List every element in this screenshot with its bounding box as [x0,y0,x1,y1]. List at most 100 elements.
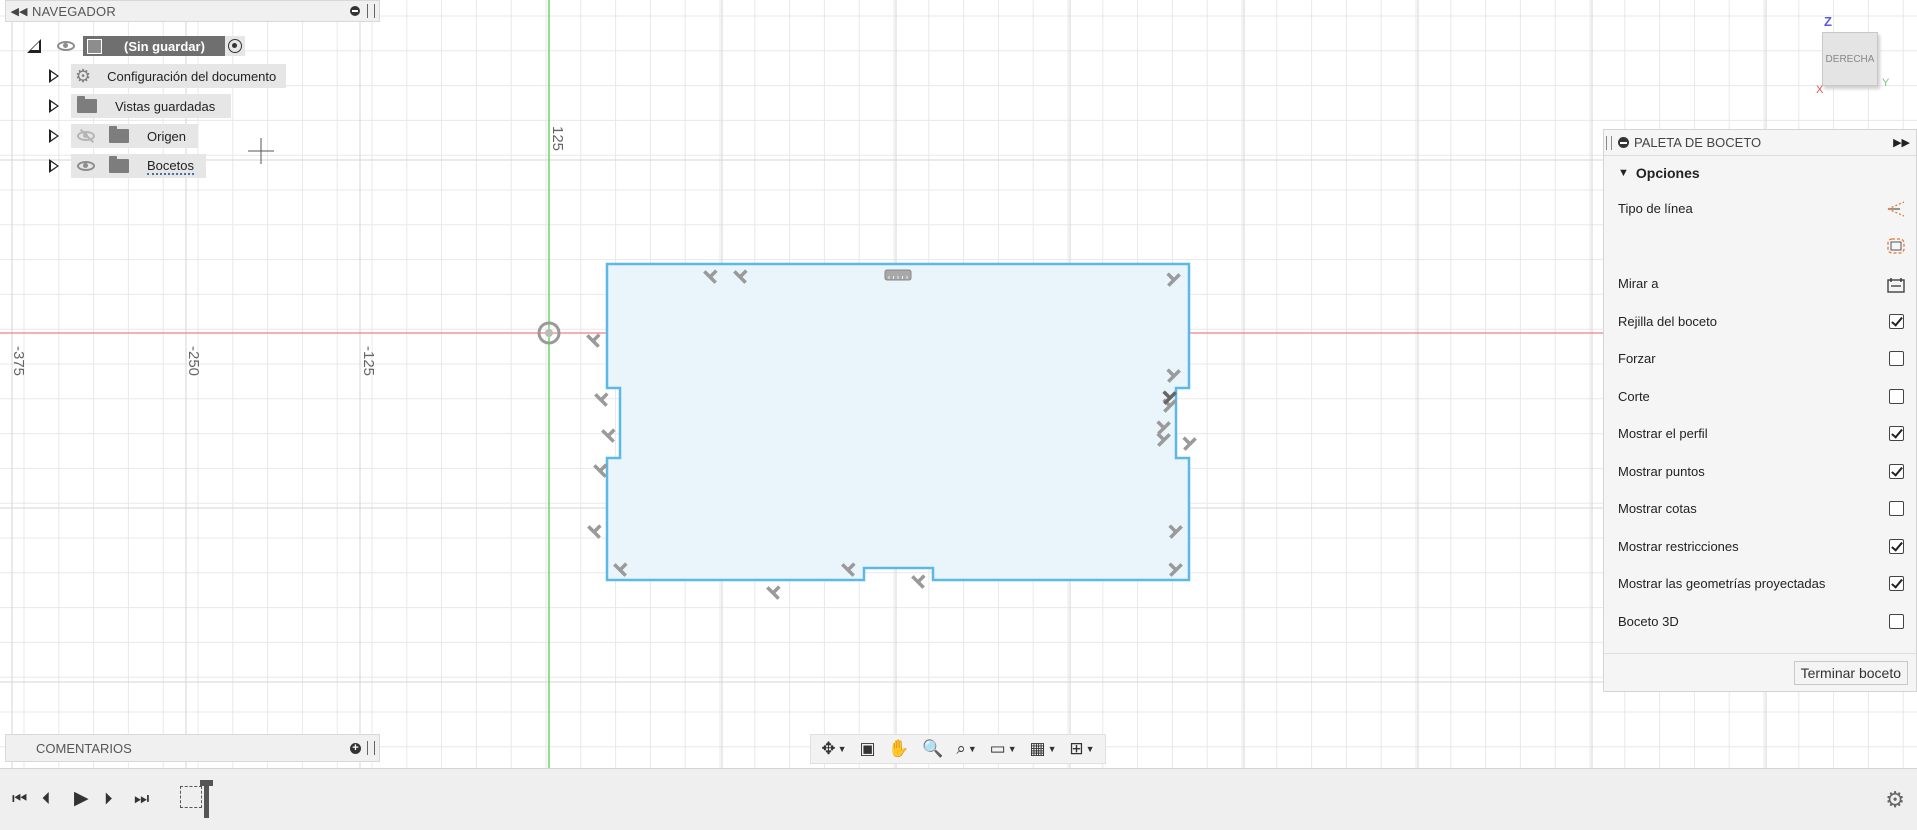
viewports-icon[interactable]: ⊞ ▼ [1069,739,1094,759]
eye-icon[interactable] [57,41,75,51]
x-axis-tick-label: -375 [10,346,27,376]
sketch-grid-checkbox[interactable] [1888,313,1904,329]
add-comment-icon[interactable]: + [350,742,361,754]
zoom-icon[interactable]: 🔍 [922,739,943,759]
constraint-icon[interactable] [766,581,785,600]
timeline-bar: ⏮ ⏴ ▶ ⏵ ⏭ ⚙ [0,768,1917,830]
cube-face-label: DERECHA [1825,53,1875,65]
constraint-icon[interactable] [1178,432,1197,451]
palette-row-label: Boceto 3D [1618,613,1679,629]
gear-icon[interactable]: ⚙ [1885,787,1905,813]
tree-item-label: Configuración del documento [107,68,277,84]
show-points-checkbox[interactable] [1888,463,1904,479]
finish-sketch-button[interactable]: Terminar boceto [1793,660,1908,685]
section-collapse-icon[interactable]: ▼ [1618,167,1629,179]
palette-rows: Tipo de línea Mirar a Rejilla del boceto… [1604,190,1916,640]
expand-panel-icon[interactable]: ▶▶ [1893,136,1910,149]
palette-row-label: Forzar [1618,351,1656,367]
palette-row-fillet [1604,228,1916,266]
palette-title: PALETA DE BOCETO [1634,135,1762,150]
display-icon[interactable]: ▭ ▼ [990,739,1017,759]
navigator-panel: ◀◀ NAVEGADOR (Sin guardar) ⚙ Configuraci… [0,0,380,178]
expand-triangle-icon[interactable] [49,129,59,143]
palette-row-3d-sketch[interactable]: Boceto 3D [1604,603,1916,641]
first-icon[interactable]: ⏮ [12,789,27,809]
constraint-icon[interactable] [587,520,606,539]
constraint-icon[interactable] [586,329,605,348]
activate-radio-icon[interactable] [224,36,245,56]
orbit-icon[interactable]: ✥ ▼ [821,739,846,759]
timeline-sketch-feature-icon[interactable] [180,786,202,808]
show-profile-checkbox[interactable] [1888,426,1904,442]
previous-icon[interactable]: ⏴ [42,789,51,809]
show-constraints-checkbox[interactable] [1888,538,1904,554]
palette-row-label: Mostrar las geometrías proyectadas [1618,576,1826,592]
view-cube[interactable]: Z DERECHA Y X [1810,14,1910,100]
palette-row-label: Rejilla del boceto [1618,313,1718,329]
folder-icon [109,126,129,143]
pan-icon[interactable]: ✋ [888,739,909,759]
palette-row-sketch-grid[interactable]: Rejilla del boceto [1604,303,1916,341]
palette-row-show-profile[interactable]: Mostrar el perfil [1604,415,1916,453]
tree-row-origin[interactable]: Origen [49,124,199,148]
fillet-icon[interactable] [1876,237,1916,255]
collapse-panel-icon[interactable]: ◀◀ [6,5,32,18]
tree-row-sketches[interactable]: Bocetos [49,154,206,178]
palette-row-snap[interactable]: Forzar [1604,340,1916,378]
linetype-icon[interactable] [1876,200,1916,218]
eye-icon[interactable] [77,161,95,171]
tree-item-label: Bocetos [147,157,194,175]
comments-panel[interactable]: COMENTARIOS + [5,734,380,762]
root-document-chip[interactable]: (Sin guardar) [83,36,225,56]
view-cube-face-right[interactable]: DERECHA [1822,32,1878,86]
navigation-toolbar: ✥ ▼ ▣ ✋ 🔍 ⌕ ▼ ▭ ▼ ▦ ▼ ⊞ ▼ [810,734,1106,764]
palette-row-show-dimensions[interactable]: Mostrar cotas [1604,490,1916,528]
eye-hidden-icon[interactable] [77,131,95,141]
fit-icon[interactable]: ⌕ ▼ [956,739,976,759]
palette-row-show-projected[interactable]: Mostrar las geometrías proyectadas [1604,565,1916,603]
slice-checkbox[interactable] [1888,388,1904,404]
look-at-icon[interactable] [1876,275,1916,293]
timeline-marker[interactable] [200,780,213,818]
sketch-palette: PALETA DE BOCETO ▶▶ ▼ Opciones Tipo de l… [1603,129,1917,692]
expand-triangle-icon[interactable] [49,69,59,83]
panel-grip-icon[interactable] [367,4,375,18]
snap-checkbox[interactable] [1888,351,1904,367]
gear-icon: ⚙ [75,66,92,86]
x-axis-tick-label: -125 [360,346,377,376]
palette-row-look-at: Mirar a [1604,265,1916,303]
tree-row-document-settings[interactable]: ⚙ Configuración del documento [49,64,287,88]
palette-row-show-constraints[interactable]: Mostrar restricciones [1604,528,1916,566]
axis-x-label: X [1816,84,1824,96]
collapse-triangle-icon[interactable] [27,39,41,53]
panel-grip-icon[interactable] [1606,135,1612,150]
constraint-icon[interactable] [601,424,620,443]
show-projected-geometry-checkbox[interactable] [1888,576,1904,592]
grid-icon[interactable]: ▦ ▼ [1030,739,1057,759]
axis-y-label: Y [1882,77,1890,89]
palette-row-label: Mirar a [1618,276,1659,292]
collapse-circle-icon[interactable] [1618,137,1629,148]
last-icon[interactable]: ⏭ [134,789,149,809]
tree-row-saved-views[interactable]: Vistas guardadas [49,94,232,118]
panel-grip-icon[interactable] [367,741,375,755]
look-at-icon[interactable]: ▣ [859,739,875,759]
palette-row-slice[interactable]: Corte [1604,378,1916,416]
y-axis-tick-label: 125 [549,126,566,151]
play-icon[interactable]: ▶ [74,787,89,810]
folder-icon [77,96,97,113]
options-section[interactable]: ▼ Opciones [1604,156,1916,190]
origin-point-dot [545,329,553,337]
3d-sketch-checkbox[interactable] [1888,613,1904,629]
options-section-label: Opciones [1635,165,1700,181]
palette-row-show-points[interactable]: Mostrar puntos [1604,453,1916,491]
tree-item-label: Vistas guardadas [115,98,216,114]
constraint-icon[interactable] [594,388,613,407]
next-icon[interactable]: ⏵ [104,789,113,809]
tree-row-root[interactable]: (Sin guardar) [27,34,245,58]
show-dimensions-checkbox[interactable] [1888,501,1904,517]
expand-triangle-icon[interactable] [49,99,59,113]
collapse-circle-icon[interactable] [347,3,363,19]
comments-title: COMENTARIOS [36,740,132,756]
expand-triangle-icon[interactable] [49,159,59,173]
